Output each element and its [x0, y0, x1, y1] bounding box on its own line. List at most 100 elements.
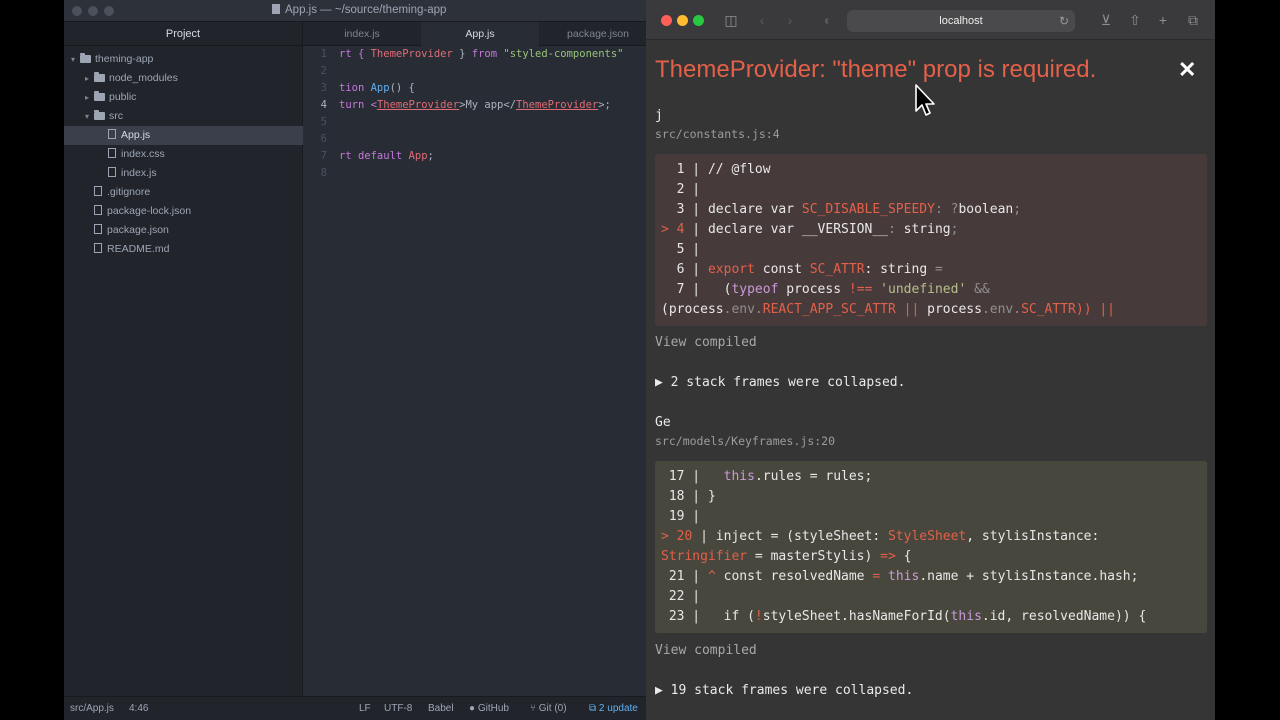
code-token: = masterStylis) — [747, 549, 881, 564]
status-cursor-position[interactable]: 4:46 — [129, 703, 148, 714]
status-git[interactable]: ⑂ Git (0) — [530, 703, 567, 714]
status-updates[interactable]: ⧉ 2 update — [589, 703, 638, 714]
code-snippet-block: 1 | // @flow 2 | 3 | declare var SC_DISA… — [655, 154, 1207, 326]
atom-titlebar: App.js — ~/source/theming-app — [64, 0, 646, 22]
tree-item-index-js[interactable]: index.js — [64, 164, 303, 183]
code-token: , stylisInstance: — [966, 529, 1100, 544]
code-line: 18 | } — [661, 489, 716, 504]
status-encoding[interactable]: UTF-8 — [384, 703, 412, 714]
chevron-right-icon: ▸ — [84, 74, 89, 83]
tree-item-label: index.js — [121, 167, 157, 179]
tabs-overview-icon[interactable]: ⧉ — [1184, 11, 1202, 29]
tab-package-json[interactable]: package.json — [539, 22, 646, 46]
error-title: ThemeProvider: "theme" prop is required. — [655, 56, 1097, 83]
collapsed-frames-toggle[interactable]: ▶ 2 stack frames were collapsed. — [655, 375, 905, 390]
code-token: = — [934, 262, 943, 277]
tree-item-readme[interactable]: README.md — [64, 240, 303, 259]
code-token: | declare var __VERSION__ — [684, 222, 888, 237]
code-token: .env. — [723, 302, 763, 317]
new-tab-icon[interactable]: + — [1154, 11, 1172, 29]
download-icon[interactable]: ⊻ — [1097, 11, 1115, 29]
code-editor[interactable]: 1 2 3 4 5 6 7 8 rt { ThemeProvider } fro… — [303, 46, 646, 696]
view-compiled-link[interactable]: View compiled — [655, 335, 757, 350]
window-title: App.js — ~/source/theming-app — [272, 4, 446, 16]
close-window-button[interactable] — [661, 15, 672, 26]
tree-item-index-css[interactable]: index.css — [64, 145, 303, 164]
tab-index-js[interactable]: index.js — [303, 22, 421, 46]
code-token: ThemeProvider — [370, 48, 453, 60]
tree-item-package-json[interactable]: package.json — [64, 221, 303, 240]
update-icon: ⧉ — [589, 703, 597, 714]
minimize-window-button[interactable] — [88, 6, 98, 16]
project-header: Project — [64, 22, 302, 46]
code-token: (process — [661, 302, 724, 317]
share-icon[interactable]: ⇧ — [1126, 11, 1144, 29]
status-file-path[interactable]: src/App.js — [70, 703, 114, 714]
code-line: 23 | if (!styleSheet.hasNameForId(this.i… — [661, 609, 1146, 624]
code-token: >My app</ — [459, 99, 517, 111]
code-token: process — [927, 302, 982, 317]
line-number: 8 — [320, 167, 327, 179]
line-number: 7 — [320, 150, 327, 162]
tree-item-label: App.js — [121, 129, 151, 141]
code-token: const — [754, 262, 810, 277]
tree-item-label: public — [109, 91, 137, 103]
status-line-ending[interactable]: LF — [359, 703, 371, 714]
code-line: 2 | — [661, 182, 701, 197]
code-line: (process.env.REACT_APP_SC_ATTR || proces… — [661, 302, 1115, 317]
tree-item-src[interactable]: ▾ src — [64, 107, 303, 126]
code-token: 21 | — [661, 569, 708, 584]
code-token: this — [723, 469, 755, 484]
window-title-text: App.js — ~/source/theming-app — [285, 4, 447, 16]
view-compiled-link[interactable]: View compiled — [655, 643, 757, 658]
forward-icon[interactable]: › — [781, 11, 799, 29]
tree-item-theming-app[interactable]: ▾ theming-app — [64, 50, 303, 69]
zoom-window-button[interactable] — [693, 15, 704, 26]
back-icon[interactable]: ‹ — [753, 11, 771, 29]
tab-app-js[interactable]: App.js — [421, 22, 539, 46]
address-bar[interactable]: localhost ↻ — [847, 10, 1075, 32]
collapsed-frames-toggle[interactable]: ▶ 19 stack frames were collapsed. — [655, 683, 913, 698]
line-number: 1 — [320, 48, 327, 60]
tree-item-label: package.json — [107, 224, 169, 236]
chevron-down-icon: ▾ — [70, 55, 75, 64]
shield-icon[interactable]: ◐ — [819, 11, 837, 29]
code-token: rt default — [339, 150, 409, 162]
code-token: .id, resolvedName)) { — [981, 609, 1147, 624]
code-line: Stringifier = masterStylis) => { — [661, 549, 911, 564]
atom-status-bar: src/App.js 4:46 LF UTF-8 Babel ● GitHub … — [64, 696, 646, 720]
code-token: rt { — [339, 48, 371, 60]
code-token: turn < — [339, 99, 377, 111]
tree-item-node-modules[interactable]: ▸ node_modules — [64, 69, 303, 88]
code-token: : — [887, 222, 904, 237]
chevron-down-icon: ▾ — [84, 112, 89, 121]
code-line: 6 | export const SC_ATTR: string = — [661, 262, 943, 277]
stack-frame-location[interactable]: src/models/Keyframes.js:20 — [655, 434, 835, 448]
file-icon — [94, 205, 102, 215]
status-github[interactable]: ● GitHub — [469, 703, 509, 714]
code-token: >; — [598, 99, 611, 111]
stack-frame-location[interactable]: src/constants.js:4 — [655, 127, 780, 141]
folder-icon — [94, 91, 105, 101]
code-line-highlighted: > 20 | inject = (styleSheet: StyleSheet,… — [661, 529, 1099, 544]
close-icon[interactable]: ✕ — [1178, 58, 1196, 82]
minimize-window-button[interactable] — [677, 15, 688, 26]
project-tree-panel: Project ▾ theming-app ▸ node_modules ▸ publ… — [64, 22, 303, 696]
status-updates-label: 2 update — [598, 703, 638, 714]
code-token: 6 | — [661, 262, 708, 277]
code-token: from — [471, 48, 498, 60]
line-number: 2 — [320, 65, 327, 77]
code-token: && — [966, 282, 990, 297]
line-number-current: 4 — [320, 99, 327, 111]
code-token: } — [452, 48, 472, 60]
tree-item-gitignore[interactable]: .gitignore — [64, 183, 303, 202]
tree-item-package-lock[interactable]: package-lock.json — [64, 202, 303, 221]
reload-icon[interactable]: ↻ — [1059, 10, 1069, 32]
tree-item-app-js[interactable]: App.js — [64, 126, 303, 145]
close-window-button[interactable] — [72, 6, 82, 16]
tree-item-public[interactable]: ▸ public — [64, 88, 303, 107]
status-grammar[interactable]: Babel — [428, 703, 454, 714]
stack-frame-function: j — [655, 108, 663, 123]
sidebar-icon[interactable]: ◫ — [722, 11, 740, 29]
zoom-window-button[interactable] — [104, 6, 114, 16]
